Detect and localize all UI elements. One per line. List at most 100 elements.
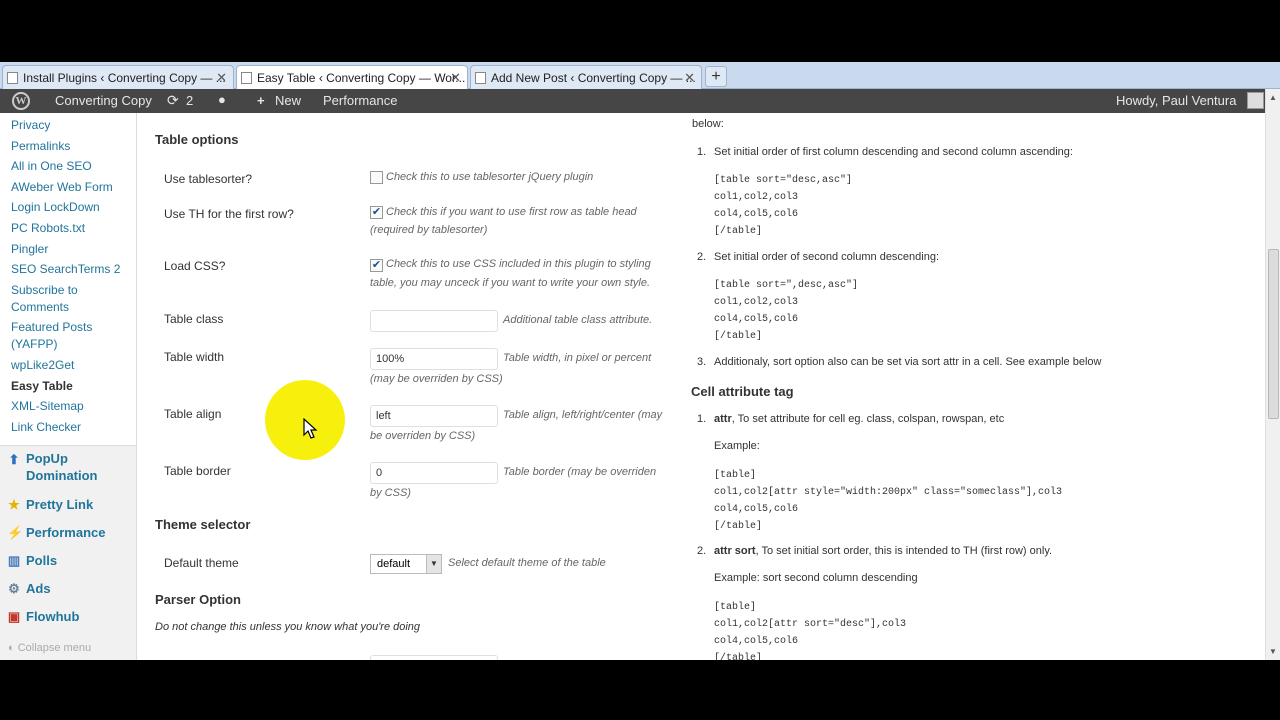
sidebar-item-pingler[interactable]: Pingler xyxy=(11,241,136,258)
menu-performance[interactable]: ⚡ Performance xyxy=(0,519,136,547)
list-number: 2. xyxy=(697,251,707,263)
menu-popup-domination[interactable]: ⬆ PopUp Domination xyxy=(0,446,136,491)
tab-title: Easy Table ‹ Converting Copy — Wor... xyxy=(257,71,466,85)
default-theme-desc: Select default theme of the table xyxy=(448,557,606,569)
load-css-desc: Check this to use CSS included in this p… xyxy=(386,258,651,270)
new-content-link[interactable]: New xyxy=(275,93,301,108)
tab-title: Add New Post ‹ Converting Copy — ... xyxy=(491,71,696,85)
page-icon xyxy=(241,72,252,84)
table-width-desc: Table width, in pixel or percent xyxy=(503,352,652,364)
sidebar-item-featured-posts[interactable]: Featured Posts (YAFPP) xyxy=(11,319,136,353)
browser-tab-strip: Install Plugins ‹ Converting Copy — ... … xyxy=(0,62,1280,90)
cell-attribute-heading: Cell attribute tag xyxy=(691,384,794,399)
help-attr-item: attr, To set attribute for cell eg. clas… xyxy=(714,413,1005,425)
close-tab-icon[interactable]: ✕ xyxy=(684,70,695,86)
collapse-menu-button[interactable]: ◐ Collapse menu xyxy=(8,642,91,654)
table-width-label: Table width xyxy=(164,350,225,364)
code-block-sort-2: [table sort=",desc,asc"] col1,col2,col3 … xyxy=(714,280,859,342)
flowhub-icon: ▣ xyxy=(7,609,21,625)
mouse-pointer-icon xyxy=(303,418,318,439)
sidebar-item-pc-robots[interactable]: PC Robots.txt xyxy=(11,220,136,237)
help-below-text: below: xyxy=(692,118,724,130)
page-icon xyxy=(7,72,18,84)
scrollbar-thumb[interactable] xyxy=(1268,249,1279,419)
sidebar-item-login-lockdown[interactable]: Login LockDown xyxy=(11,199,136,216)
table-align-desc: Table align, left/right/center (may xyxy=(503,409,663,421)
table-align-input[interactable]: left xyxy=(370,405,498,427)
scroll-up-icon[interactable]: ▲ xyxy=(1269,93,1277,102)
help-attr-example-label: Example: xyxy=(714,440,760,452)
use-th-desc-2: (required by tablesorter) xyxy=(370,224,488,236)
default-theme-label: Default theme xyxy=(164,556,239,570)
sidebar-item-permalinks[interactable]: Permalinks xyxy=(11,138,136,155)
menu-flowhub[interactable]: ▣ Flowhub xyxy=(0,603,136,631)
use-tablesorter-checkbox[interactable] xyxy=(370,171,383,184)
sidebar-item-seo-searchterms[interactable]: SEO SearchTerms 2 xyxy=(11,261,136,278)
help-sort-item-1: Set initial order of first column descen… xyxy=(714,146,1073,158)
list-number: 1. xyxy=(697,413,707,425)
plus-icon[interactable]: + xyxy=(257,93,265,108)
help-sort-item-2: Set initial order of second column desce… xyxy=(714,251,940,263)
parser-option-input[interactable] xyxy=(370,655,498,660)
scroll-down-icon[interactable]: ▼ xyxy=(1269,647,1277,656)
new-tab-button[interactable]: + xyxy=(705,66,727,87)
site-name-link[interactable]: Converting Copy xyxy=(55,93,152,108)
performance-icon: ⚡ xyxy=(7,525,24,541)
table-border-desc: Table border (may be overriden xyxy=(503,466,657,478)
ads-icon: ⚙ xyxy=(8,581,20,597)
use-tablesorter-desc: Check this to use tablesorter jQuery plu… xyxy=(386,171,594,183)
sidebar-item-all-in-one-seo[interactable]: All in One SEO xyxy=(11,158,136,175)
sidebar-item-xml-sitemap[interactable]: XML-Sitemap xyxy=(11,398,136,415)
code-block-attr: [table] col1,col2[attr style="width:200p… xyxy=(714,470,1063,532)
arrow-up-icon: ⬆ xyxy=(8,452,20,468)
help-sort-item-3: Additionaly, sort option also can be set… xyxy=(714,356,1102,368)
wordpress-logo-icon[interactable]: W xyxy=(12,92,30,110)
close-tab-icon[interactable]: ✕ xyxy=(450,70,461,86)
sidebar-item-aweber[interactable]: AWeber Web Form xyxy=(11,179,136,196)
load-css-label: Load CSS? xyxy=(164,259,226,273)
help-attr-sort-example-label: Example: sort second column descending xyxy=(714,572,918,584)
tab-title: Install Plugins ‹ Converting Copy — ... xyxy=(23,71,226,85)
help-attr-sort-item: attr sort, To set initial sort order, th… xyxy=(714,545,1053,557)
browser-tab-install-plugins[interactable]: Install Plugins ‹ Converting Copy — ... … xyxy=(2,65,234,89)
updates-count[interactable]: 2 xyxy=(186,93,193,108)
menu-polls[interactable]: ▥ Polls xyxy=(0,547,136,575)
use-th-checkbox[interactable]: ✔ xyxy=(370,206,383,219)
sidebar-item-subscribe-comments[interactable]: Subscribe to Comments xyxy=(11,282,136,316)
list-number: 1. xyxy=(697,146,707,158)
use-tablesorter-label: Use tablesorter? xyxy=(164,172,253,186)
table-width-desc-2: (may be overriden by CSS) xyxy=(370,373,503,385)
sidebar-item-link-checker[interactable]: Link Checker xyxy=(11,419,136,436)
table-class-desc: Additional table class attribute. xyxy=(503,314,653,326)
howdy-user-link[interactable]: Howdy, Paul Ventura xyxy=(1116,93,1236,108)
updates-icon[interactable]: ⟳ xyxy=(167,92,179,109)
browser-tab-easy-table[interactable]: Easy Table ‹ Converting Copy — Wor... ✕ xyxy=(236,65,468,90)
performance-link[interactable]: Performance xyxy=(323,93,397,108)
page-scrollbar[interactable]: ▲ ▼ xyxy=(1265,89,1280,660)
sidebar-item-easy-table[interactable]: Easy Table xyxy=(11,378,136,395)
load-css-checkbox[interactable]: ✔ xyxy=(370,259,383,272)
chevron-down-icon: ▼ xyxy=(426,555,441,573)
close-tab-icon[interactable]: ✕ xyxy=(216,70,227,86)
screen: Install Plugins ‹ Converting Copy — ... … xyxy=(0,62,1280,660)
code-block-attr-sort: [table] col1,col2[attr sort="desc"],col3… xyxy=(714,602,907,660)
settings-submenu: Privacy Permalinks All in One SEO AWeber… xyxy=(0,113,136,447)
avatar[interactable] xyxy=(1247,92,1264,109)
menu-ads[interactable]: ⚙ Ads xyxy=(0,575,136,603)
browser-tab-add-new-post[interactable]: Add New Post ‹ Converting Copy — ... ✕ xyxy=(470,65,702,89)
default-theme-select[interactable]: default ▼ xyxy=(370,554,442,574)
list-number: 3. xyxy=(697,356,707,368)
table-width-input[interactable]: 100% xyxy=(370,348,498,370)
menu-pretty-link[interactable]: ★ Pretty Link xyxy=(0,491,136,519)
admin-bar: W Converting Copy ⟳ 2 ● + New Performanc… xyxy=(0,89,1280,113)
table-class-label: Table class xyxy=(164,312,224,326)
table-border-input[interactable]: 0 xyxy=(370,462,498,484)
table-border-label: Table border xyxy=(164,464,231,478)
sidebar-item-wplike2get[interactable]: wpLike2Get xyxy=(11,357,136,374)
use-th-label: Use TH for the first row? xyxy=(164,207,294,221)
parser-option-heading: Parser Option xyxy=(155,592,241,607)
table-class-input[interactable] xyxy=(370,310,498,332)
comments-icon[interactable]: ● xyxy=(218,92,226,107)
sidebar-item-privacy[interactable]: Privacy xyxy=(11,117,136,134)
list-number: 2. xyxy=(697,545,707,557)
